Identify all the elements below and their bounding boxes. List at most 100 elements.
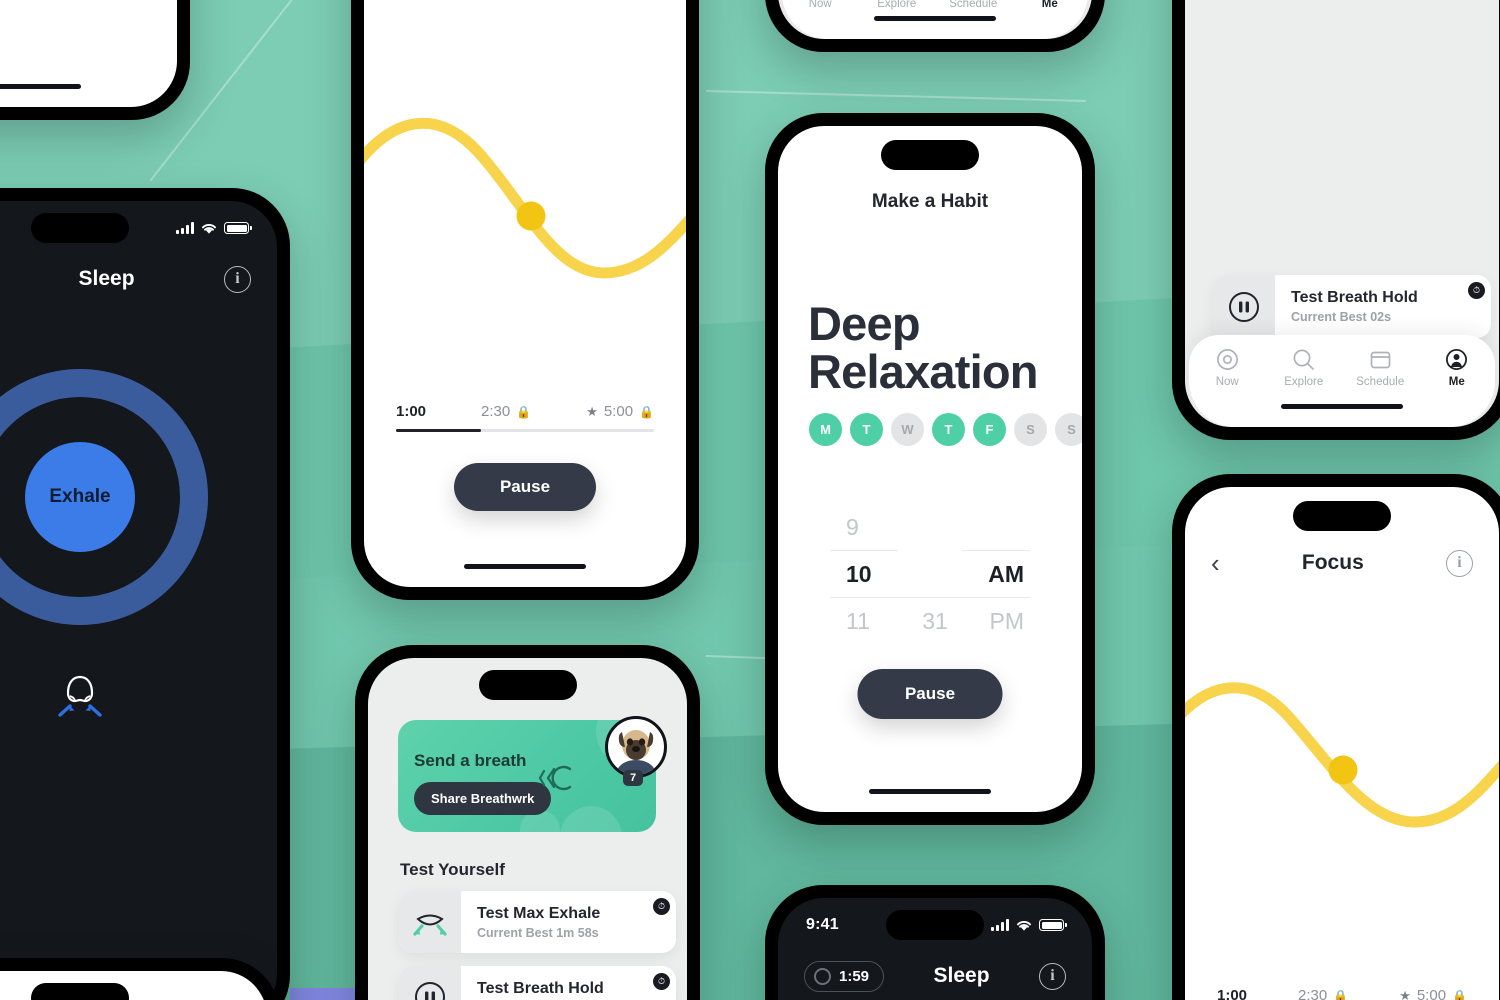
day-pill-wed[interactable]: W [891,413,924,446]
dynamic-island [881,140,979,170]
tab-schedule[interactable]: Schedule [939,0,1007,10]
hour-next: 11 [846,607,870,634]
screen-sleep-bottom: 9:41 1:59 Sleep i [778,898,1092,1000]
pug-avatar[interactable] [605,716,667,778]
tab-now[interactable]: Now [1193,348,1261,388]
page-title: Sleep [933,964,990,987]
test-stat-value: 02s [1370,310,1392,324]
home-indicator [464,564,586,569]
tab-explore[interactable]: Explore [863,0,931,10]
time-picker-row-selected[interactable]: 10 AM [830,551,1030,597]
tab-explore[interactable]: Explore [1270,348,1338,388]
cellular-signal-icon [991,919,1009,931]
page-title: Sleep [78,267,135,290]
duration-option-1[interactable]: 1:00 [1217,987,1247,1000]
session-timer-pill[interactable]: 1:59 [804,960,885,992]
pause-circle-icon [399,966,461,1000]
period-selected: AM [988,560,1024,587]
share-breathwrk-button[interactable]: Share Breathwrk [414,782,552,815]
hour-selected: 10 [846,560,872,587]
star-icon: ★ [586,403,598,419]
breath-wave-icon [1185,682,1499,828]
duration-option-1[interactable]: 1:00 [396,403,426,420]
test-stat: Current Best 1m 58s [477,926,600,940]
phone-social-tests: Send a breath Share Breathwrk 7 Test You… [355,645,700,1000]
test-card-breath-hold-top[interactable]: Test Breath Hold Current Best 02s ⏱ [1213,275,1491,338]
decoration-bubble [560,806,622,832]
screen-cropped-top-left [0,0,177,107]
tab-label: Schedule [949,0,998,10]
tab-now[interactable]: Now [786,0,854,10]
info-icon[interactable]: i [224,265,251,293]
home-indicator [869,789,991,794]
breath-state-label: Exhale [25,442,135,552]
screen-sleep: 9:41 1:59 Sleep i [0,201,277,1000]
tab-schedule[interactable]: Schedule [1346,348,1414,388]
test-card-body: Test Breath Hold Current Best 02s [461,980,604,1000]
day-pill-sun[interactable]: S [1055,413,1082,446]
pause-button[interactable]: Pause [857,669,1003,719]
day-pill-sat[interactable]: S [1014,413,1047,446]
day-pill-tue[interactable]: T [850,413,883,446]
duration-options: 1:00 2:30 🔒 ★ 5:00 🔒 [1217,987,1467,1000]
phone-make-a-habit: Make a Habit Deep Relaxation M T W T F S… [765,113,1095,825]
screenshot-canvas: 9:41 1:59 Sleep i [0,0,1500,1000]
tab-label: Schedule [1356,376,1405,388]
home-indicator [874,16,996,21]
nose-inhale-icon [48,663,112,723]
dynamic-island [31,983,129,1000]
calendar-icon [1370,351,1391,369]
test-name: Test Breath Hold [1291,289,1418,306]
person-circle-icon [1446,348,1468,371]
phone-cropped-bottom-left [0,958,280,1000]
tab-me[interactable]: Me [1016,0,1084,10]
day-pill-thu[interactable]: T [932,413,965,446]
duration-option-3[interactable]: ★ 5:00 🔒 [1399,987,1467,1000]
home-indicator [0,84,81,89]
phone-cropped-top-left [0,0,190,120]
test-card-breath-hold[interactable]: Test Breath Hold Current Best 02s ⏱ [399,966,676,1000]
tab-me[interactable]: Me [1423,348,1491,388]
habit-header: Make a Habit [871,191,989,212]
tab-label: Me [1041,0,1058,10]
screen-wave-timer: 1:00 2:30 🔒 ★ 5:00 🔒 Pause [364,0,686,587]
info-icon[interactable]: i [1445,549,1473,577]
progress-track[interactable] [396,429,654,432]
battery-icon [224,222,252,234]
test-name: Test Breath Hold [477,979,604,997]
duration-options: 1:00 2:30 🔒 ★ 5:00 🔒 [396,403,654,420]
target-icon [1216,349,1238,370]
focus-navbar: ‹ Focus i [1185,537,1499,589]
time-picker[interactable]: 9 10 AM 11 31 PM [778,504,1082,644]
avatar-badge-count: 7 [623,770,644,786]
test-card-max-exhale[interactable]: Test Max Exhale Current Best 1m 58s ⏱ [399,891,676,953]
star-icon: ★ [1399,987,1411,1000]
test-stat-value: 1m 58s [556,925,599,940]
screen-focus: ‹ Focus i 1:00 2:30 🔒 ★ 5:00 🔒 [1185,487,1499,1000]
mouth-exhale-icon [399,891,461,953]
progress-fill [396,429,482,432]
time-picker-row-prev[interactable]: 9 [830,504,1030,550]
duration-scale: 1:00 2:30 🔒 ★ 5:00 🔒 [364,403,686,432]
status-indicators [176,222,252,235]
duration-option-2[interactable]: 2:30 🔒 [1298,987,1348,1000]
chevron-left-icon[interactable]: ‹ [1211,550,1220,576]
duration-option-3[interactable]: ★ 5:00 🔒 [586,403,654,420]
session-timer-value: 1:59 [839,967,870,985]
pause-button[interactable]: Pause [454,463,596,511]
phone-cropped-tabbar-top: Now Explore Schedule Me [765,0,1105,52]
dynamic-island [478,670,577,700]
time-picker-row-next[interactable]: 11 31 PM [830,598,1030,644]
wave-marker-dot [1328,755,1358,785]
day-pill-mon[interactable]: M [809,413,842,446]
tab-label: Now [1215,376,1239,388]
duration-option-2[interactable]: 2:30 🔒 [481,403,531,420]
screen-social-tests: Send a breath Share Breathwrk 7 Test You… [368,658,687,1000]
screen-cropped-tabbar: Now Explore Schedule Me [778,0,1092,39]
info-icon[interactable]: i [1039,962,1066,990]
lock-icon: 🔒 [516,404,532,419]
minute-next: 31 [922,607,948,634]
day-selector: M T W T F S S [809,413,1082,446]
lock-icon: 🔒 [1452,988,1467,1000]
day-pill-fri[interactable]: F [973,413,1006,446]
